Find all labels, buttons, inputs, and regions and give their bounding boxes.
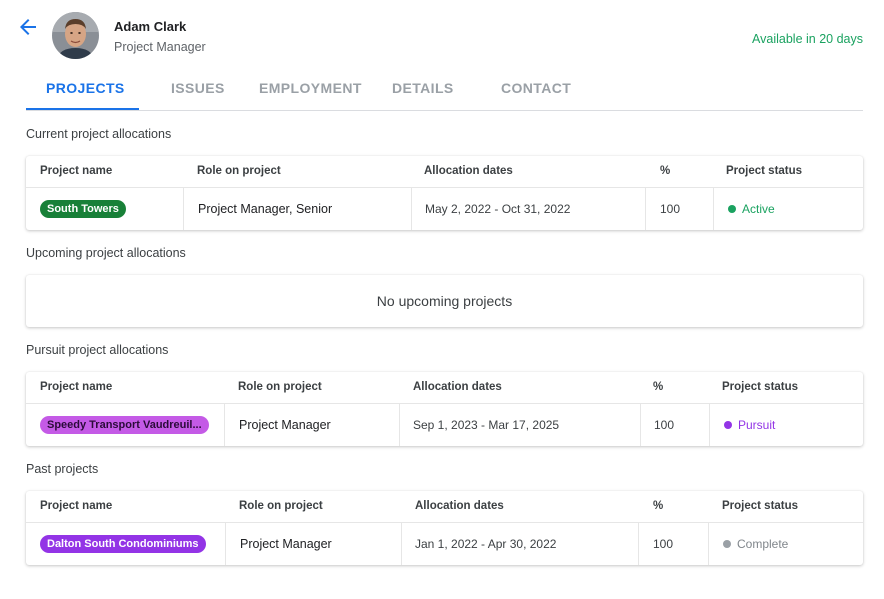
- cell-divider: [645, 188, 646, 230]
- column-header-percent: %: [653, 381, 664, 393]
- cell-divider: [709, 404, 710, 446]
- column-header-role: Role on project: [239, 500, 323, 512]
- project-chip[interactable]: South Towers: [40, 200, 126, 218]
- avatar: [52, 12, 99, 59]
- past-projects-table: Project name Role on project Allocation …: [26, 491, 863, 565]
- status-dot-icon: [723, 540, 731, 548]
- cell-divider: [411, 188, 412, 230]
- status-text: Complete: [737, 537, 789, 551]
- profile-header: Adam Clark Project Manager Available in …: [0, 0, 884, 70]
- cell-divider: [638, 523, 639, 565]
- column-header-role: Role on project: [197, 165, 281, 177]
- column-header-dates: Allocation dates: [415, 500, 504, 512]
- status-badge: Complete: [723, 537, 788, 551]
- dates-cell: Jan 1, 2022 - Apr 30, 2022: [415, 537, 557, 551]
- availability-status: Available in 20 days: [752, 32, 863, 46]
- upcoming-allocations-label: Upcoming project allocations: [26, 246, 186, 260]
- table-row[interactable]: South Towers Project Manager, Senior May…: [26, 188, 863, 230]
- dates-cell: Sep 1, 2023 - Mar 17, 2025: [413, 418, 560, 432]
- percent-cell: 100: [653, 537, 674, 551]
- percent-cell: 100: [660, 202, 681, 216]
- table-row[interactable]: Dalton South Condominiums Project Manage…: [26, 523, 863, 565]
- percent-cell: 100: [654, 418, 675, 432]
- back-arrow-icon[interactable]: [16, 15, 40, 39]
- tab-issues[interactable]: ISSUES: [171, 80, 225, 96]
- cell-divider: [713, 188, 714, 230]
- tab-details[interactable]: DETAILS: [392, 80, 454, 96]
- current-allocations-table: Project name Role on project Allocation …: [26, 156, 863, 230]
- employee-title: Project Manager: [114, 40, 206, 54]
- table-header: Project name Role on project Allocation …: [26, 156, 863, 188]
- column-header-project-name: Project name: [40, 165, 113, 177]
- role-cell: Project Manager: [240, 537, 332, 551]
- pursuit-allocations-label: Pursuit project allocations: [26, 343, 169, 357]
- status-dot-icon: [724, 421, 732, 429]
- employee-name: Adam Clark: [114, 19, 187, 34]
- column-header-project-name: Project name: [40, 500, 113, 512]
- column-header-role: Role on project: [238, 381, 322, 393]
- project-chip[interactable]: Speedy Transport Vaudreuil...: [40, 416, 209, 434]
- upcoming-allocations-table: No upcoming projects: [26, 275, 863, 327]
- column-header-percent: %: [653, 500, 664, 512]
- column-header-status: Project status: [726, 165, 803, 177]
- table-header: Project name Role on project Allocation …: [26, 372, 863, 404]
- column-header-status: Project status: [722, 500, 799, 512]
- tab-employment[interactable]: EMPLOYMENT: [259, 80, 362, 96]
- current-allocations-label: Current project allocations: [26, 127, 172, 141]
- cell-divider: [224, 404, 225, 446]
- role-cell: Project Manager, Senior: [198, 202, 333, 216]
- tab-contact[interactable]: CONTACT: [501, 80, 571, 96]
- column-header-dates: Allocation dates: [413, 381, 502, 393]
- column-header-percent: %: [660, 165, 671, 177]
- status-badge: Pursuit: [724, 418, 775, 432]
- cell-divider: [640, 404, 641, 446]
- role-cell: Project Manager: [239, 418, 331, 432]
- status-text: Active: [742, 202, 775, 216]
- cell-divider: [708, 523, 709, 565]
- empty-state-text: No upcoming projects: [376, 293, 513, 309]
- cell-divider: [183, 188, 184, 230]
- project-chip[interactable]: Dalton South Condominiums: [40, 535, 206, 553]
- tab-bar: PROJECTS ISSUES EMPLOYMENT DETAILS CONTA…: [26, 70, 863, 111]
- column-header-status: Project status: [722, 381, 799, 393]
- active-tab-indicator: [26, 108, 139, 110]
- cell-divider: [401, 523, 402, 565]
- table-header: Project name Role on project Allocation …: [26, 491, 863, 523]
- past-projects-label: Past projects: [26, 462, 99, 476]
- cell-divider: [225, 523, 226, 565]
- pursuit-allocations-table: Project name Role on project Allocation …: [26, 372, 863, 446]
- table-row[interactable]: Speedy Transport Vaudreuil... Project Ma…: [26, 404, 863, 446]
- dates-cell: May 2, 2022 - Oct 31, 2022: [425, 202, 571, 216]
- column-header-dates: Allocation dates: [424, 165, 513, 177]
- tab-projects[interactable]: PROJECTS: [46, 80, 125, 96]
- status-dot-icon: [728, 205, 736, 213]
- cell-divider: [399, 404, 400, 446]
- column-header-project-name: Project name: [40, 381, 113, 393]
- status-text: Pursuit: [738, 418, 776, 432]
- status-badge: Active: [728, 202, 775, 216]
